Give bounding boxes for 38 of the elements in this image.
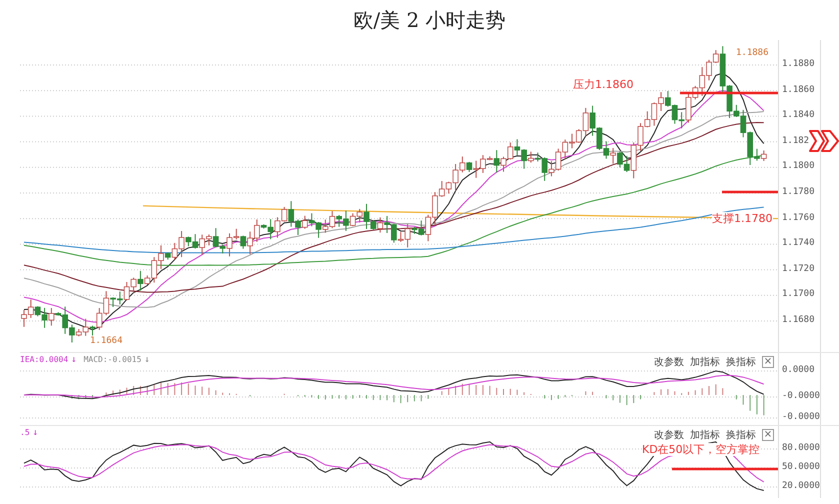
axis-label: 1.1780 [782,187,815,197]
support-line [722,190,778,194]
toolbar-button[interactable]: 加指标 [690,428,720,442]
axis-label: 1.1860 [782,84,815,95]
indicator-value: .5 [20,428,30,438]
down-arrow-icon: ↓ [71,355,77,365]
toolbar-button[interactable]: 加指标 [690,355,720,369]
axis-label: 1.1720 [782,264,815,274]
down-arrow-icon: ↓ [32,428,38,438]
axis-label: 1.182 [782,136,810,146]
high-price-label: 1.1886 [736,48,769,58]
threshold-label: KD在50以下，空方掌控 [642,443,760,456]
axis-label: -0.0000 [782,412,820,422]
toolbar-button[interactable]: 换指标 [726,355,756,369]
axis-label: 1.1700 [782,289,815,300]
axis-label: 1.1680 [782,315,815,325]
close-button[interactable]: × [762,429,774,441]
axis-label: 1.1800 [782,161,815,172]
down-arrow-icon: ↓ [144,355,150,365]
close-button[interactable]: × [762,356,774,368]
indicator-value: IEA:0.0004 [20,355,68,365]
support-label: 支撑1.1780 [712,212,772,225]
resistance-label: 压力1.1860 [573,78,634,91]
axis-label: 1.1880 [782,59,815,69]
axis-label: 50.0000 [782,462,820,472]
chart-title: 欧/美 2 小时走势 [352,6,507,34]
indicator-value: MACD:-0.0015 [84,355,142,365]
axis-label: 0.0000 [782,365,815,375]
toolbar-button[interactable]: 换指标 [726,428,756,442]
axis-label: 20.0000 [782,481,820,491]
axis-label: 1.1760 [782,212,815,223]
toolbar-button[interactable]: 改参数 [654,355,684,369]
axis-label: -0.0000 [782,391,820,401]
low-price-label: 1.1664 [90,336,123,346]
axis-label: 80.0000 [782,443,820,453]
axis-label: 1.1840 [782,110,815,120]
axis-label: 1.1740 [782,238,815,248]
toolbar-button[interactable]: 改参数 [654,428,684,442]
